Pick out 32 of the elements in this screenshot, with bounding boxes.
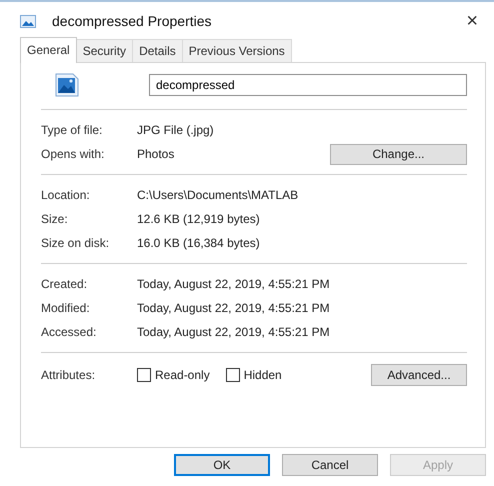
dialog-button[interactable]: OK — [174, 454, 270, 476]
advanced-button[interactable]: Advanced... — [371, 364, 467, 386]
file-name-field[interactable]: decompressed — [149, 74, 467, 96]
tab[interactable]: Details — [132, 39, 183, 62]
field-label: Size: — [41, 211, 69, 228]
checkbox[interactable]: Read-only — [137, 366, 210, 384]
field-label: Accessed: — [41, 324, 98, 341]
field-value: JPG File (.jpg) — [137, 122, 214, 139]
dialog-button[interactable]: Cancel — [282, 454, 378, 476]
field-label: Attributes: — [41, 367, 96, 384]
window-title: decompressed Properties — [52, 12, 212, 31]
field-value: Photos — [137, 146, 174, 163]
field-label: Modified: — [41, 300, 91, 317]
change-button[interactable]: Change... — [330, 144, 467, 164]
field-value: Today, August 22, 2019, 4:55:21 PM — [137, 276, 330, 293]
field-value: C:\Users\Documents\MATLAB — [137, 187, 298, 204]
tab[interactable]: General — [20, 37, 77, 63]
field-value: Today, August 22, 2019, 4:55:21 PM — [137, 324, 330, 341]
field-label: Location: — [41, 187, 91, 204]
image-file-icon — [55, 73, 79, 97]
field-value: 12.6 KB (12,919 bytes) — [137, 211, 260, 228]
field-value: Today, August 22, 2019, 4:55:21 PM — [137, 300, 330, 317]
field-label: Created: — [41, 276, 88, 293]
field-label: Size on disk: — [41, 235, 110, 252]
close-button[interactable]: × — [464, 11, 480, 31]
field-label: Opens with: — [41, 146, 106, 163]
image-file-icon — [20, 14, 36, 28]
field-label: Type of file: — [41, 122, 104, 139]
tab[interactable]: Previous Versions — [182, 39, 292, 62]
checkbox[interactable]: Hidden — [226, 366, 282, 384]
tab[interactable]: Security — [76, 39, 134, 62]
field-value: 16.0 KB (16,384 bytes) — [137, 235, 260, 252]
